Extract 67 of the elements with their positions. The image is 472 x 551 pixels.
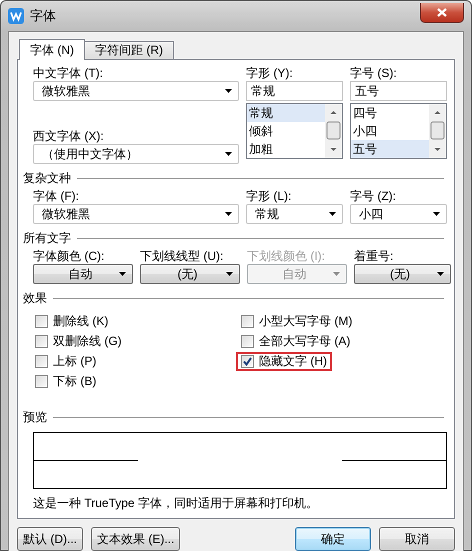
list-item[interactable]: 小四 <box>351 122 429 140</box>
field-label: 中文字体 (T): <box>33 66 104 81</box>
checkbox-label[interactable]: 全部大写字母 (A) <box>259 334 350 349</box>
dropdown[interactable]: 微软雅黑 <box>33 81 239 101</box>
dialog-button[interactable]: 文本效果 (E)... <box>91 527 180 551</box>
dropdown[interactable]: （使用中文字体） <box>33 144 239 164</box>
field-label: 西文字体 (X): <box>33 129 105 144</box>
caret-icon <box>225 89 232 93</box>
caret-icon <box>437 272 444 276</box>
field-label: 字体颜色 (C): <box>33 249 106 264</box>
section-title: 效果 <box>23 290 47 307</box>
checkbox[interactable] <box>35 375 48 388</box>
field-label: 字形 (Y): <box>246 66 294 81</box>
field-label: 着重号: <box>354 249 394 264</box>
list-item[interactable]: 倾斜 <box>247 122 325 140</box>
list-item[interactable]: 常规 <box>247 104 325 122</box>
checkbox-label[interactable]: 隐藏文字 (H) <box>259 354 327 369</box>
checkbox-label[interactable]: 双删除线 (G) <box>53 334 122 349</box>
dropdown[interactable]: 微软雅黑 <box>33 204 239 224</box>
caret-icon <box>225 152 232 156</box>
close-icon <box>437 8 447 17</box>
section-title: 所有文字 <box>23 230 71 247</box>
dialog-button[interactable]: 取消 <box>379 527 455 551</box>
section-title: 预览 <box>23 409 47 426</box>
close-button[interactable] <box>420 3 464 23</box>
caret-icon <box>226 272 233 276</box>
dialog-button[interactable]: 默认 (D)... <box>17 527 83 551</box>
checkbox[interactable] <box>241 335 254 348</box>
dropdown[interactable]: 小四 <box>350 204 447 224</box>
field-label: 字号 (Z): <box>350 189 397 204</box>
checkbox-label[interactable]: 上标 (P) <box>53 354 96 369</box>
app-icon <box>8 8 24 24</box>
input-field[interactable]: 常规 <box>246 81 343 101</box>
dropdown[interactable]: (无) <box>354 264 451 284</box>
caret-icon <box>329 212 336 216</box>
caret-icon <box>225 212 232 216</box>
dropdown[interactable]: (无) <box>140 264 240 284</box>
dropdown[interactable]: 自动 <box>33 264 133 284</box>
field-label: 下划线颜色 (I): <box>247 249 326 264</box>
checkbox-label[interactable]: 下标 (B) <box>53 374 96 389</box>
checkbox[interactable] <box>241 355 254 368</box>
checkbox[interactable] <box>35 315 48 328</box>
info-text: 这是一种 TrueType 字体，同时适用于屏幕和打印机。 <box>33 495 319 512</box>
section-title: 复杂文种 <box>23 170 71 187</box>
checkbox[interactable] <box>241 315 254 328</box>
checkbox[interactable] <box>35 355 48 368</box>
scrollbar[interactable] <box>325 104 342 158</box>
caret-icon <box>433 212 440 216</box>
field-label: 下划线线型 (U): <box>140 249 224 264</box>
caret-icon <box>333 272 340 276</box>
checkbox-label[interactable]: 小型大写字母 (M) <box>259 314 352 329</box>
checkbox[interactable] <box>35 335 48 348</box>
checkbox-label[interactable]: 删除线 (K) <box>53 314 108 329</box>
scrollbar[interactable] <box>429 104 446 158</box>
window-title: 字体 <box>30 7 56 25</box>
list-item[interactable]: 五号 <box>351 140 429 158</box>
field-label: 字号 (S): <box>350 66 398 81</box>
list-item[interactable]: 加粗 <box>247 140 325 158</box>
input-field[interactable]: 五号 <box>350 81 447 101</box>
tab[interactable]: 字符间距 (R) <box>84 41 174 59</box>
caret-icon <box>119 272 126 276</box>
field-label: 字体 (F): <box>33 189 80 204</box>
tab[interactable]: 字体 (N) <box>19 39 85 60</box>
dialog-button[interactable]: 确定 <box>295 527 371 551</box>
dropdown[interactable]: 常规 <box>246 204 343 224</box>
list-item[interactable]: 四号 <box>351 104 429 122</box>
field-label: 字形 (L): <box>246 189 292 204</box>
